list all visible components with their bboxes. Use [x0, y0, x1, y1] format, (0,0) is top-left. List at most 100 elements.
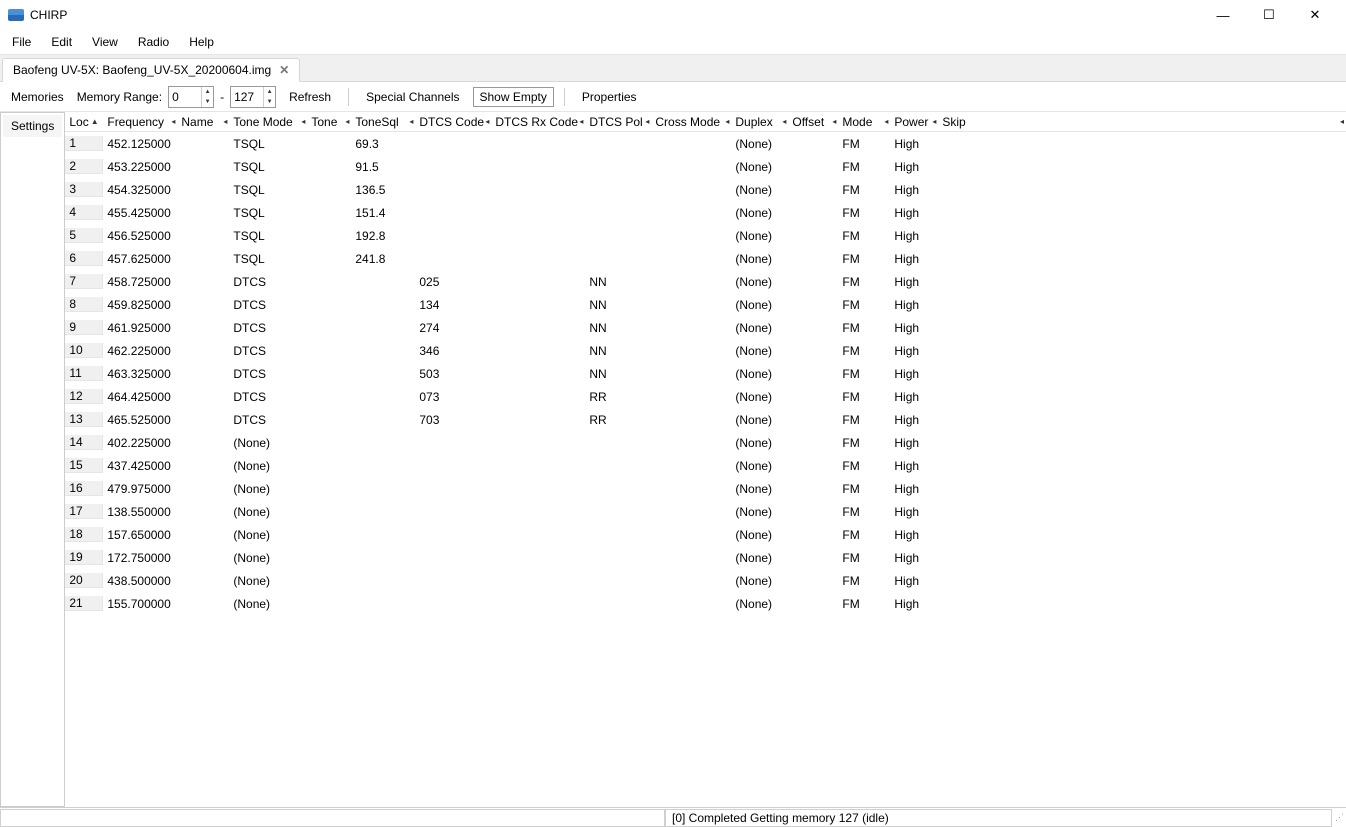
col-name[interactable]: Name◂ [177, 112, 229, 131]
table-row[interactable]: 10462.225000DTCS346NN(None)FMHigh [65, 339, 1346, 362]
cell-freq[interactable]: 438.500000 [103, 574, 177, 588]
table-row[interactable]: 1452.125000TSQL69.3(None)FMHigh [65, 132, 1346, 155]
maximize-button[interactable]: ☐ [1246, 0, 1292, 30]
cell-duplex[interactable]: (None) [731, 436, 788, 450]
cell-power[interactable]: High [890, 597, 938, 611]
cell-freq[interactable]: 402.225000 [103, 436, 177, 450]
cell-tmode[interactable]: (None) [229, 459, 307, 473]
col-tone[interactable]: Tone◂ [307, 112, 351, 131]
cell-freq[interactable]: 465.525000 [103, 413, 177, 427]
table-row[interactable]: 14402.225000(None)(None)FMHigh [65, 431, 1346, 454]
cell-freq[interactable]: 458.725000 [103, 275, 177, 289]
cell-mode[interactable]: FM [838, 413, 890, 427]
table-row[interactable]: 9461.925000DTCS274NN(None)FMHigh [65, 316, 1346, 339]
cell-dtcspol[interactable]: NN [585, 367, 651, 381]
cell-tsql[interactable]: 241.8 [351, 252, 415, 266]
col-dtcs-code[interactable]: DTCS Code◂ [415, 112, 491, 131]
cell-loc[interactable]: 15 [65, 458, 103, 473]
cell-dtcs[interactable]: 703 [415, 413, 491, 427]
cell-power[interactable]: High [890, 252, 938, 266]
cell-freq[interactable]: 464.425000 [103, 390, 177, 404]
range-to-spinner[interactable]: ▲▼ [230, 86, 276, 108]
cell-dtcspol[interactable]: NN [585, 275, 651, 289]
cell-freq[interactable]: 453.225000 [103, 160, 177, 174]
cell-duplex[interactable]: (None) [731, 597, 788, 611]
spin-down-icon[interactable]: ▼ [264, 97, 275, 107]
cell-power[interactable]: High [890, 321, 938, 335]
cell-power[interactable]: High [890, 574, 938, 588]
table-row[interactable]: 19172.750000(None)(None)FMHigh [65, 546, 1346, 569]
cell-tsql[interactable]: 192.8 [351, 229, 415, 243]
cell-freq[interactable]: 462.225000 [103, 344, 177, 358]
cell-mode[interactable]: FM [838, 275, 890, 289]
cell-power[interactable]: High [890, 551, 938, 565]
cell-mode[interactable]: FM [838, 183, 890, 197]
cell-tmode[interactable]: (None) [229, 528, 307, 542]
cell-loc[interactable]: 1 [65, 136, 103, 151]
table-row[interactable]: 7458.725000DTCS025NN(None)FMHigh [65, 270, 1346, 293]
cell-power[interactable]: High [890, 183, 938, 197]
cell-tmode[interactable]: DTCS [229, 275, 307, 289]
cell-tmode[interactable]: (None) [229, 551, 307, 565]
table-row[interactable]: 5456.525000TSQL192.8(None)FMHigh [65, 224, 1346, 247]
col-offset[interactable]: Offset◂ [788, 112, 838, 131]
cell-mode[interactable]: FM [838, 160, 890, 174]
cell-mode[interactable]: FM [838, 229, 890, 243]
table-row[interactable]: 18157.650000(None)(None)FMHigh [65, 523, 1346, 546]
cell-power[interactable]: High [890, 137, 938, 151]
cell-duplex[interactable]: (None) [731, 137, 788, 151]
cell-power[interactable]: High [890, 505, 938, 519]
table-row[interactable]: 12464.425000DTCS073RR(None)FMHigh [65, 385, 1346, 408]
cell-freq[interactable]: 459.825000 [103, 298, 177, 312]
table-row[interactable]: 16479.975000(None)(None)FMHigh [65, 477, 1346, 500]
cell-loc[interactable]: 19 [65, 550, 103, 565]
table-row[interactable]: 15437.425000(None)(None)FMHigh [65, 454, 1346, 477]
cell-power[interactable]: High [890, 275, 938, 289]
memories-button[interactable]: Memories [4, 87, 71, 107]
grid-body[interactable]: 1452.125000TSQL69.3(None)FMHigh 2453.2250… [65, 132, 1346, 807]
menu-help[interactable]: Help [181, 32, 222, 52]
cell-dtcs[interactable]: 346 [415, 344, 491, 358]
cell-loc[interactable]: 14 [65, 435, 103, 450]
cell-duplex[interactable]: (None) [731, 206, 788, 220]
cell-duplex[interactable]: (None) [731, 321, 788, 335]
menu-view[interactable]: View [84, 32, 126, 52]
cell-tmode[interactable]: DTCS [229, 390, 307, 404]
cell-dtcs[interactable]: 503 [415, 367, 491, 381]
cell-freq[interactable]: 452.125000 [103, 137, 177, 151]
cell-power[interactable]: High [890, 459, 938, 473]
cell-freq[interactable]: 138.550000 [103, 505, 177, 519]
cell-dtcspol[interactable]: NN [585, 298, 651, 312]
cell-mode[interactable]: FM [838, 459, 890, 473]
col-power[interactable]: Power◂ [890, 112, 938, 131]
cell-freq[interactable]: 463.325000 [103, 367, 177, 381]
cell-mode[interactable]: FM [838, 574, 890, 588]
range-from-spinner[interactable]: ▲▼ [168, 86, 214, 108]
cell-tmode[interactable]: (None) [229, 597, 307, 611]
cell-duplex[interactable]: (None) [731, 551, 788, 565]
cell-loc[interactable]: 4 [65, 205, 103, 220]
cell-tmode[interactable]: (None) [229, 436, 307, 450]
cell-freq[interactable]: 172.750000 [103, 551, 177, 565]
cell-duplex[interactable]: (None) [731, 482, 788, 496]
range-to-input[interactable] [231, 88, 263, 106]
sidebar-settings[interactable]: Settings [3, 115, 62, 137]
refresh-button[interactable]: Refresh [282, 87, 338, 107]
range-from-input[interactable] [169, 88, 201, 106]
cell-mode[interactable]: FM [838, 252, 890, 266]
cell-dtcs[interactable]: 073 [415, 390, 491, 404]
col-dtcs-pol[interactable]: DTCS Pol◂ [585, 112, 651, 131]
cell-duplex[interactable]: (None) [731, 344, 788, 358]
cell-tsql[interactable]: 136.5 [351, 183, 415, 197]
cell-loc[interactable]: 6 [65, 251, 103, 266]
cell-loc[interactable]: 2 [65, 159, 103, 174]
cell-duplex[interactable]: (None) [731, 574, 788, 588]
cell-freq[interactable]: 437.425000 [103, 459, 177, 473]
cell-loc[interactable]: 7 [65, 274, 103, 289]
cell-freq[interactable]: 157.650000 [103, 528, 177, 542]
cell-loc[interactable]: 18 [65, 527, 103, 542]
cell-tmode[interactable]: DTCS [229, 367, 307, 381]
cell-mode[interactable]: FM [838, 528, 890, 542]
cell-freq[interactable]: 455.425000 [103, 206, 177, 220]
cell-tmode[interactable]: DTCS [229, 413, 307, 427]
